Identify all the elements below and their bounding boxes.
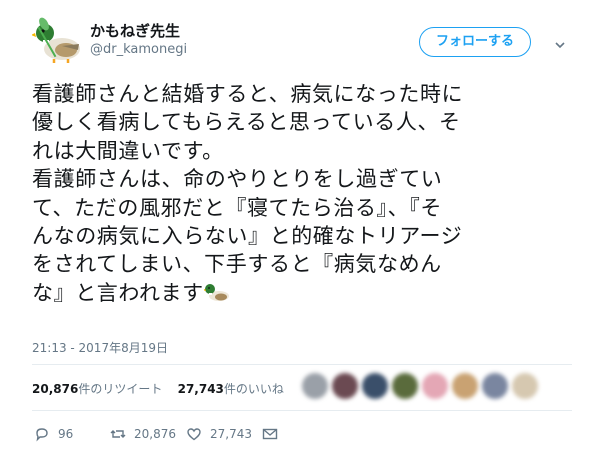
avatar[interactable] — [332, 373, 358, 399]
tweet-line: 看護師さんと結婚すると、病気になった時に — [32, 82, 464, 106]
reply-icon — [36, 428, 48, 442]
chevron-down-icon[interactable] — [554, 36, 566, 49]
envelope-icon — [262, 428, 278, 440]
retweet-count: 20,876 — [134, 427, 176, 441]
tweet-line: 看護師さんは、命のやりとりをし過ぎてい — [32, 167, 443, 192]
like-button[interactable]: 27,743 — [186, 424, 252, 444]
divider — [32, 364, 572, 365]
tweet-stats: 20,876件のリツイート 27,743件のいいね — [32, 377, 284, 401]
like-label: 件のいいね — [223, 382, 284, 396]
like-count: 27,743 — [177, 382, 224, 396]
reply-count: 96 — [58, 427, 74, 441]
tweet-line: んなの病気に入らない』と的確なトリアージ — [32, 223, 463, 248]
stat-likes[interactable]: 27,743件のいいね — [178, 382, 284, 396]
retweet-button[interactable]: 20,876 — [110, 424, 176, 444]
tweet-line: 優しく看病してもらえると思っている人、そ — [32, 110, 461, 135]
divider — [32, 410, 572, 411]
tweet-line: て、ただの風邪だと『寝てたら治る』、『そ — [32, 195, 442, 220]
tweet-timestamp[interactable]: 21:13 - 2017年8月19日 — [32, 339, 168, 356]
follow-button[interactable]: フォローする — [419, 27, 531, 57]
retweet-icon — [110, 430, 126, 438]
retweet-label: 件のリツイート — [78, 382, 163, 396]
stat-retweets[interactable]: 20,876件のリツイート — [32, 382, 162, 396]
avatar[interactable] — [512, 373, 538, 399]
display-name[interactable]: かもねぎ先生 — [90, 21, 187, 41]
tweet-line: れは大間違いです。 — [32, 138, 224, 163]
tweet-header: かもねぎ先生 @dr_kamonegi フォローする — [31, 16, 576, 68]
user-handle[interactable]: @dr_kamonegi — [90, 41, 187, 59]
avatar[interactable] — [362, 373, 388, 399]
avatar[interactable] — [482, 373, 508, 399]
avatar[interactable] — [302, 373, 328, 399]
tweet-line: をされてしまい、下手すると『病気なめん — [32, 252, 442, 277]
tweet-line: な』と言われます — [32, 280, 204, 305]
tweet-line-last: な』と言われます — [32, 279, 572, 307]
like-count: 27,743 — [210, 427, 252, 441]
duck-avatar-icon[interactable] — [31, 16, 82, 66]
avatar[interactable] — [392, 373, 418, 399]
avatar[interactable] — [452, 373, 478, 399]
heart-icon — [187, 428, 201, 441]
avatar[interactable] — [422, 373, 448, 399]
direct-message-button[interactable] — [262, 424, 286, 444]
reply-button[interactable]: 96 — [34, 424, 73, 444]
tweet-text: 看護師さんと結婚すると、病気になった時に 優しく看病してもらえると思っている人、… — [32, 80, 572, 307]
retweet-count: 20,876 — [32, 382, 79, 396]
duck-emoji-icon — [201, 281, 230, 303]
